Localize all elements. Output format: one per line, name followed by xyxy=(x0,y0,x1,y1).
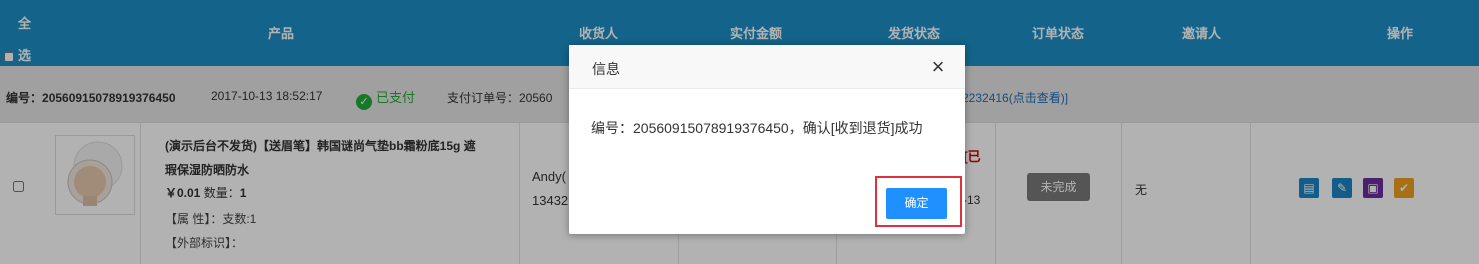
info-dialog: 信息 × 编号：20560915078919376450，确认[收到退货]成功 … xyxy=(569,45,965,234)
dialog-title: 信息 xyxy=(592,61,620,77)
dialog-header xyxy=(569,45,965,89)
dialog-message: 编号：20560915078919376450，确认[收到退货]成功 xyxy=(591,120,923,136)
close-icon[interactable]: × xyxy=(929,56,947,78)
confirm-button[interactable]: 确定 xyxy=(886,188,947,219)
